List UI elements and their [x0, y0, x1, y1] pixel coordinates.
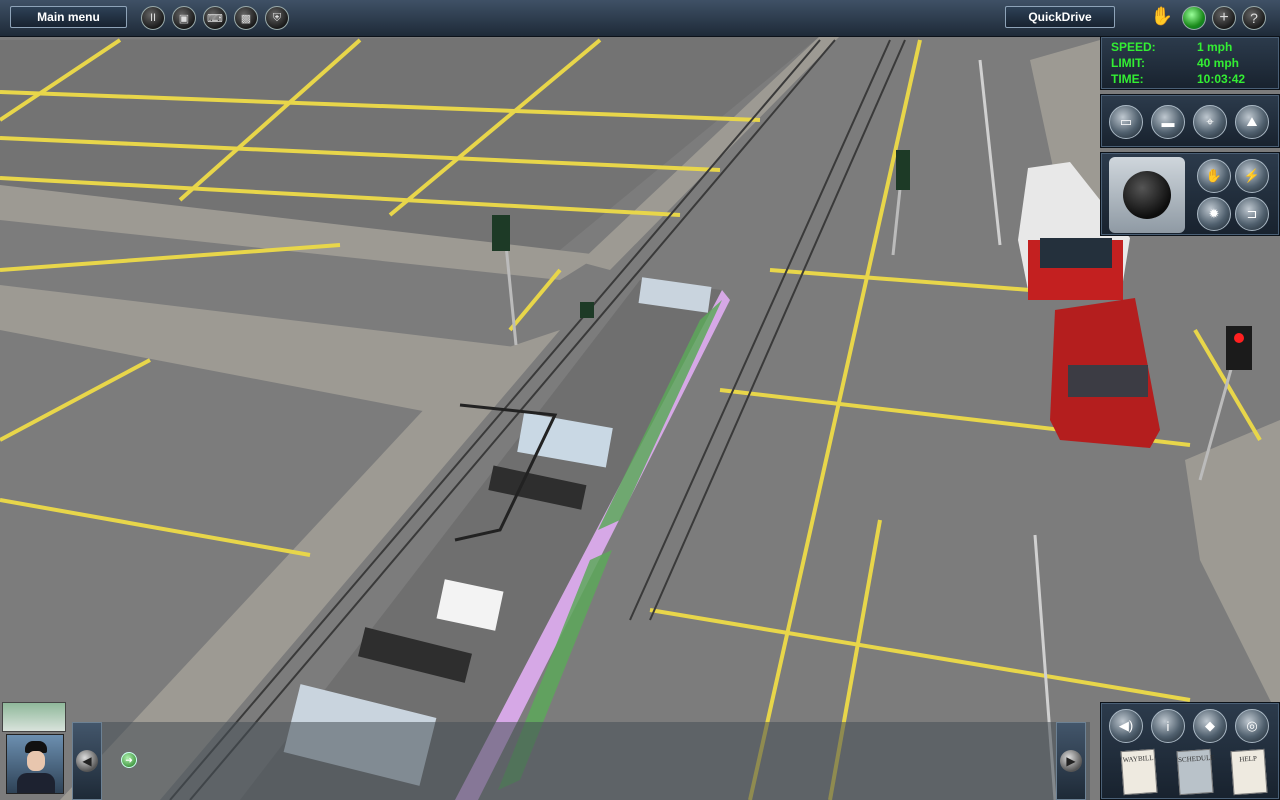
map-icon[interactable]: ▩: [234, 6, 258, 30]
sound-icon[interactable]: ◀): [1109, 709, 1143, 743]
scene-view[interactable]: [0, 0, 1280, 800]
help-icon[interactable]: ?: [1242, 6, 1266, 30]
schedule-document[interactable]: SCHEDULE: [1176, 748, 1215, 796]
eye-icon[interactable]: ◎: [1235, 709, 1269, 743]
waybill-document[interactable]: WAYBILL: [1120, 748, 1158, 796]
control-panel: ✋ ⚡ ✹ ⊐: [1100, 152, 1280, 236]
lightning-icon[interactable]: ⚡: [1235, 159, 1269, 193]
scroll-right-button[interactable]: ▶: [1056, 722, 1086, 800]
tripod-camera-icon[interactable]: ⌖: [1193, 105, 1227, 139]
limit-value: 40 mph: [1197, 56, 1240, 70]
driver-portrait[interactable]: [6, 734, 64, 794]
diamond-nav-icon[interactable]: ◆: [1193, 709, 1227, 743]
main-menu-button[interactable]: Main menu: [10, 6, 127, 28]
time-label: TIME:: [1111, 72, 1144, 86]
driver-icon[interactable]: ✋: [1150, 6, 1174, 30]
train-thumbnail[interactable]: [2, 702, 66, 732]
arrow-right-icon: ▶: [1060, 750, 1082, 772]
external-camera-icon[interactable]: ▬: [1151, 105, 1185, 139]
camera-panel: ▭ ▬ ⌖ ⛰: [1100, 94, 1280, 148]
save-icon[interactable]: ▣: [172, 6, 196, 30]
light-icon[interactable]: ✹: [1197, 197, 1231, 231]
speed-label: SPEED:: [1111, 40, 1156, 54]
arrow-left-icon: ◀: [76, 750, 98, 772]
help-document[interactable]: HELP: [1230, 748, 1268, 796]
coupler-icon[interactable]: ⊐: [1235, 197, 1269, 231]
driving-info-panel: SPEED: 1 mph LIMIT: 40 mph TIME: 10:03:4…: [1100, 36, 1280, 90]
info-icon[interactable]: i: [1151, 709, 1185, 743]
quickdrive-button[interactable]: QuickDrive: [1005, 6, 1115, 28]
shield-icon[interactable]: ⛨: [265, 6, 289, 30]
message-bar: [72, 722, 1090, 800]
add-icon[interactable]: +: [1212, 6, 1236, 30]
status-light-icon[interactable]: [1182, 6, 1206, 30]
direction-dial-icon[interactable]: [1109, 157, 1185, 233]
pause-icon[interactable]: II: [141, 6, 165, 30]
limit-label: LIMIT:: [1111, 56, 1145, 70]
time-value: 10:03:42: [1197, 72, 1246, 86]
scroll-left-button[interactable]: ◀: [72, 722, 102, 800]
message-go-icon[interactable]: ➜: [121, 752, 137, 768]
cab-camera-icon[interactable]: ▭: [1109, 105, 1143, 139]
hand-brake-icon[interactable]: ✋: [1197, 159, 1231, 193]
keyboard-icon[interactable]: ⌨: [203, 6, 227, 30]
top-toolbar: Main menu II ▣ ⌨ ▩ ⛨ QuickDrive ✋ + ?: [0, 0, 1280, 37]
free-camera-icon[interactable]: ⛰: [1235, 105, 1269, 139]
speed-value: 1 mph: [1197, 40, 1233, 54]
